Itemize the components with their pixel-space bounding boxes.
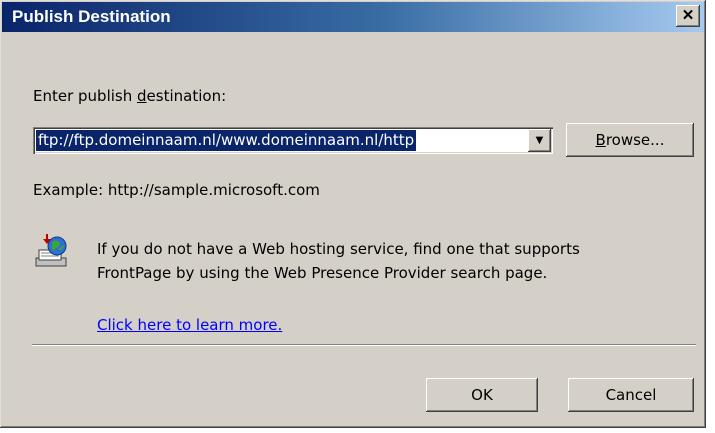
publish-destination-dialog: Publish Destination ✕ Enter publish dest… — [0, 0, 706, 428]
hosting-info-text: If you do not have a Web hosting service… — [97, 237, 687, 285]
destination-combobox[interactable]: ftp://ftp.domeinnaam.nl/www.domeinnaam.n… — [33, 127, 553, 154]
ok-button[interactable]: OK — [426, 378, 538, 412]
destination-input-value[interactable]: ftp://ftp.domeinnaam.nl/www.domeinnaam.n… — [36, 130, 417, 151]
learn-more-link[interactable]: Click here to learn more. — [97, 316, 282, 334]
destination-label-suffix: estination: — [146, 87, 227, 105]
example-text: Example: http://sample.microsoft.com — [33, 181, 320, 199]
dropdown-button[interactable]: ▼ — [528, 129, 551, 152]
separator-line — [32, 344, 696, 346]
browse-label: rowse... — [605, 131, 665, 149]
web-publish-icon — [35, 234, 67, 267]
close-button[interactable]: ✕ — [676, 5, 700, 27]
destination-label-prefix: Enter publish — [33, 87, 138, 105]
chevron-down-icon: ▼ — [535, 135, 544, 146]
hosting-info-line-2: FrontPage by using the Web Presence Prov… — [97, 264, 548, 282]
destination-label: Enter publish destination: — [33, 87, 226, 105]
window-title: Publish Destination — [12, 7, 171, 26]
close-icon: ✕ — [681, 7, 695, 24]
hosting-info-line-1: If you do not have a Web hosting service… — [97, 240, 580, 258]
title-bar: Publish Destination ✕ — [2, 2, 704, 32]
destination-label-mnemonic: d — [137, 87, 147, 105]
browse-mnemonic: B — [595, 131, 606, 149]
cancel-button[interactable]: Cancel — [568, 378, 694, 412]
browse-button[interactable]: Browse... — [566, 123, 694, 157]
